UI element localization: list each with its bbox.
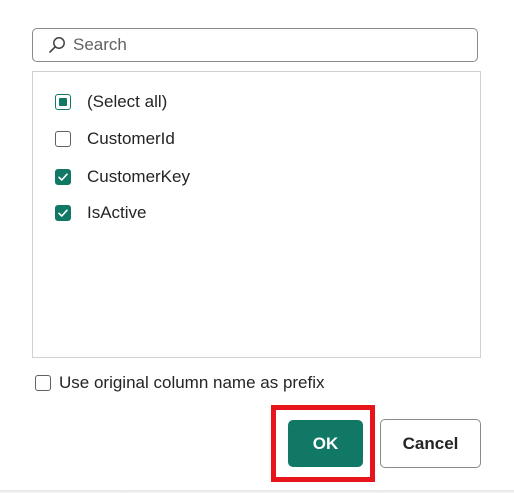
list-item-isactive[interactable]: IsActive [55,201,147,225]
list-item-label: IsActive [87,203,147,222]
select-all-checkbox[interactable] [55,94,71,110]
prefix-checkbox[interactable] [35,375,51,391]
checkmark-icon [58,173,68,181]
search-box[interactable] [32,28,478,62]
prefix-label: Use original column name as prefix [59,373,325,392]
search-input[interactable] [73,35,453,55]
checkmark-icon [58,209,68,217]
list-item-label: CustomerId [87,129,175,148]
list-item-select-all[interactable]: (Select all) [55,90,167,114]
column-list[interactable]: (Select all) CustomerId CustomerKey IsAc… [32,71,481,358]
list-item-customerid[interactable]: CustomerId [55,127,175,151]
search-icon [47,35,67,55]
isactive-checkbox[interactable] [55,205,71,221]
list-item-customerkey[interactable]: CustomerKey [55,165,190,189]
prefix-option[interactable]: Use original column name as prefix [35,371,325,395]
customerid-checkbox[interactable] [55,131,71,147]
list-item-label: (Select all) [87,92,168,111]
ok-button[interactable]: OK [288,420,363,467]
cancel-button[interactable]: Cancel [380,419,481,468]
list-item-label: CustomerKey [87,167,190,186]
customerkey-checkbox[interactable] [55,169,71,185]
